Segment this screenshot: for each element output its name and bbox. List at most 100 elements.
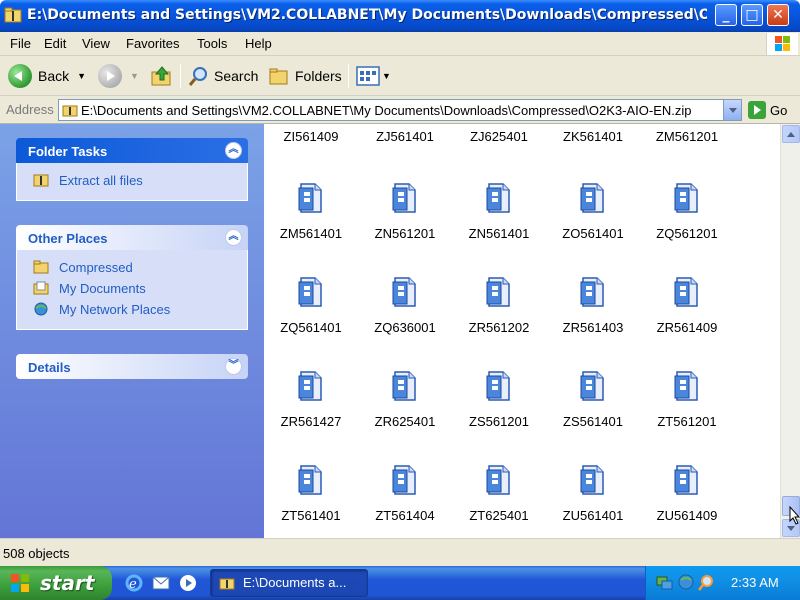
file-label[interactable]: ZJ561401 <box>358 129 452 144</box>
zip-file-item[interactable]: ZT561201 <box>640 370 734 464</box>
file-label: ZT625401 <box>469 508 529 523</box>
zip-file-item[interactable]: ZT625401 <box>452 464 546 538</box>
place-my-documents[interactable]: My Documents <box>17 279 247 300</box>
compressed-file-icon <box>392 465 416 495</box>
file-label[interactable]: ZJ625401 <box>452 129 546 144</box>
details-title: Details <box>28 360 71 375</box>
views-button[interactable]: ▼ <box>356 62 391 90</box>
menu-bar: File Edit View Favorites Tools Help <box>0 32 800 56</box>
media-player-icon[interactable] <box>178 573 198 593</box>
zip-file-item[interactable]: ZQ561201 <box>640 182 734 276</box>
zip-file-item[interactable]: ZS561201 <box>452 370 546 464</box>
address-dropdown-icon[interactable] <box>723 100 741 120</box>
views-icon <box>356 66 380 86</box>
zip-file-item[interactable]: ZT561401 <box>264 464 358 538</box>
zip-file-item[interactable]: ZQ636001 <box>358 276 452 370</box>
other-places-header[interactable]: Other Places ︽ <box>16 225 248 250</box>
back-button[interactable]: Back ▼ <box>8 62 86 90</box>
file-label: ZQ636001 <box>374 320 436 335</box>
taskbar-window-button[interactable]: E:\Documents a... <box>210 569 368 597</box>
zip-file-item[interactable]: ZN561401 <box>452 182 546 276</box>
network-icon <box>34 302 48 316</box>
toolbar-separator <box>180 64 181 88</box>
zip-file-item[interactable]: ZU561409 <box>640 464 734 538</box>
outlook-express-icon[interactable] <box>151 573 171 593</box>
close-button[interactable]: ✕ <box>767 4 789 26</box>
file-label[interactable]: ZK561401 <box>546 129 640 144</box>
file-label: ZR625401 <box>374 414 436 429</box>
place-my-network-places[interactable]: My Network Places <box>17 300 247 321</box>
maximize-button[interactable]: □ <box>741 4 763 26</box>
scroll-up-button[interactable] <box>782 125 800 143</box>
status-bar: 508 objects <box>0 538 800 566</box>
zip-folder-icon <box>62 105 78 117</box>
compressed-file-icon <box>486 465 510 495</box>
folder-tasks-header[interactable]: Folder Tasks ︽ <box>16 138 248 163</box>
file-label: ZN561201 <box>374 226 436 241</box>
menu-edit[interactable]: Edit <box>44 36 66 51</box>
compressed-file-icon <box>580 371 604 401</box>
compressed-file-icon <box>580 277 604 307</box>
file-label: ZS561201 <box>469 414 529 429</box>
start-label: start <box>40 571 95 595</box>
go-button[interactable]: Go <box>748 100 787 120</box>
search-button[interactable]: Search <box>188 62 258 90</box>
file-label: ZQ561201 <box>656 226 718 241</box>
file-label: ZU561409 <box>656 508 718 523</box>
file-label: ZN561401 <box>468 226 530 241</box>
minimize-button[interactable]: _ <box>715 4 737 26</box>
details-header[interactable]: Details ︾ <box>16 354 248 379</box>
search-icon <box>188 67 207 86</box>
address-value: E:\Documents and Settings\VM2.COLLABNET\… <box>81 103 692 118</box>
task-label: Extract all files <box>59 173 143 188</box>
forward-button[interactable]: ▼ <box>98 62 139 90</box>
zip-file-item[interactable]: ZR561409 <box>640 276 734 370</box>
zip-file-item[interactable]: ZT561404 <box>358 464 452 538</box>
menu-file[interactable]: File <box>10 36 31 51</box>
file-label: ZT561404 <box>375 508 435 523</box>
zip-file-item[interactable]: ZR625401 <box>358 370 452 464</box>
system-tray: 2:33 AM <box>645 566 800 600</box>
up-folder-button[interactable] <box>150 62 174 90</box>
zip-file-item[interactable]: ZR561403 <box>546 276 640 370</box>
windows-logo-icon <box>766 33 798 55</box>
internet-explorer-icon[interactable]: e <box>124 573 144 593</box>
file-label[interactable]: ZM561201 <box>640 129 734 144</box>
menu-help[interactable]: Help <box>245 36 272 51</box>
vertical-scrollbar[interactable] <box>780 124 800 538</box>
zip-file-item[interactable]: ZM561401 <box>264 182 358 276</box>
zip-file-item[interactable]: ZQ561401 <box>264 276 358 370</box>
file-label: ZR561409 <box>656 320 718 335</box>
file-list: ZI561409 ZJ561401 ZJ625401 ZK561401 ZM56… <box>264 124 780 538</box>
expand-chevron-icon[interactable]: ︾ <box>225 358 242 375</box>
zip-file-item[interactable]: ZN561201 <box>358 182 452 276</box>
search-tray-icon[interactable] <box>698 574 715 591</box>
menu-tools[interactable]: Tools <box>197 36 227 51</box>
zip-file-item[interactable]: ZR561202 <box>452 276 546 370</box>
title-bar[interactable]: E:\Documents and Settings\VM2.COLLABNET\… <box>0 0 800 32</box>
menu-view[interactable]: View <box>82 36 110 51</box>
back-dropdown-icon[interactable]: ▼ <box>77 71 86 81</box>
task-extract-all[interactable]: Extract all files <box>17 171 247 192</box>
file-label[interactable]: ZI561409 <box>264 129 358 144</box>
views-dropdown-icon[interactable]: ▼ <box>382 71 391 81</box>
zip-file-item[interactable]: ZO561401 <box>546 182 640 276</box>
extract-icon <box>33 174 49 187</box>
globe-tray-icon[interactable] <box>678 574 695 591</box>
zip-file-item[interactable]: ZU561401 <box>546 464 640 538</box>
search-label: Search <box>214 68 259 84</box>
address-input[interactable]: E:\Documents and Settings\VM2.COLLABNET\… <box>58 99 742 121</box>
place-compressed[interactable]: Compressed <box>17 258 247 279</box>
collapse-chevron-icon[interactable]: ︽ <box>225 229 242 246</box>
toolbar-separator <box>348 64 349 88</box>
zip-file-item[interactable]: ZS561401 <box>546 370 640 464</box>
collapse-chevron-icon[interactable]: ︽ <box>225 142 242 159</box>
zip-file-item[interactable]: ZR561427 <box>264 370 358 464</box>
folders-button[interactable]: Folders <box>268 62 342 90</box>
other-places-title: Other Places <box>28 231 108 246</box>
forward-dropdown-icon[interactable]: ▼ <box>130 71 139 81</box>
menu-favorites[interactable]: Favorites <box>126 36 179 51</box>
network-tray-icon[interactable] <box>656 574 673 591</box>
zip-folder-icon <box>219 578 235 590</box>
start-button[interactable]: start <box>0 566 112 600</box>
